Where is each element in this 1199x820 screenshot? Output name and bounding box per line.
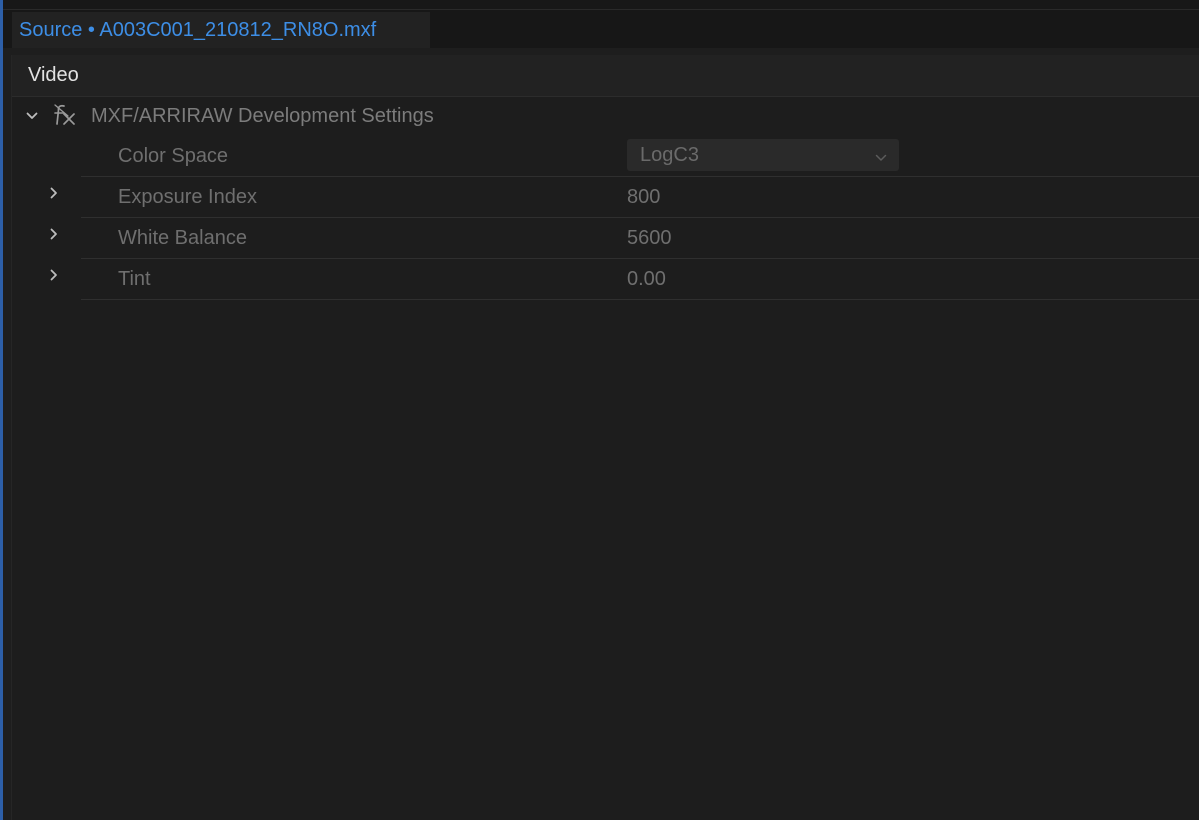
- tab-bar: Source • A003C001_210812_RN8O.mxf: [3, 10, 1199, 48]
- fx-icon[interactable]: [52, 102, 78, 128]
- panel-focus-accent: [0, 0, 3, 820]
- chevron-down-icon: [875, 150, 887, 161]
- top-strip: [3, 0, 1199, 10]
- row-divider: [81, 258, 1199, 259]
- row-divider: [81, 299, 1199, 300]
- tab-source[interactable]: Source • A003C001_210812_RN8O.mxf: [12, 12, 430, 48]
- source-monitor-window: Source • A003C001_210812_RN8O.mxf Video: [0, 0, 1199, 820]
- chevron-right-icon[interactable]: [48, 228, 60, 240]
- param-label: Tint: [118, 268, 151, 290]
- video-section-header: Video: [12, 55, 1199, 97]
- chevron-down-icon[interactable]: [26, 110, 38, 122]
- param-label: Exposure Index: [118, 186, 257, 208]
- param-row-exposure-index: Exposure Index 800: [12, 178, 1199, 218]
- color-space-label: Color Space: [118, 145, 229, 167]
- source-settings-panel: Video MXF/ARRIRAW Development Settings C…: [11, 55, 1199, 820]
- param-value[interactable]: 0.00: [627, 268, 666, 291]
- color-space-dropdown[interactable]: LogC3: [627, 139, 899, 171]
- param-row-tint: Tint 0.00: [12, 260, 1199, 300]
- chevron-right-icon[interactable]: [48, 269, 60, 281]
- color-space-row: Color Space LogC3: [12, 137, 1199, 177]
- color-space-value: LogC3: [640, 144, 699, 166]
- param-row-white-balance: White Balance 5600: [12, 219, 1199, 259]
- param-label: White Balance: [118, 227, 247, 249]
- effect-name: MXF/ARRIRAW Development Settings: [91, 105, 434, 127]
- effect-row: MXF/ARRIRAW Development Settings: [12, 97, 1199, 137]
- row-divider: [81, 217, 1199, 218]
- chevron-right-icon[interactable]: [48, 187, 60, 199]
- param-value[interactable]: 5600: [627, 227, 672, 250]
- row-divider: [81, 176, 1199, 177]
- tab-title: Source • A003C001_210812_RN8O.mxf: [19, 18, 377, 41]
- section-label: Video: [28, 64, 79, 86]
- param-value[interactable]: 800: [627, 186, 660, 209]
